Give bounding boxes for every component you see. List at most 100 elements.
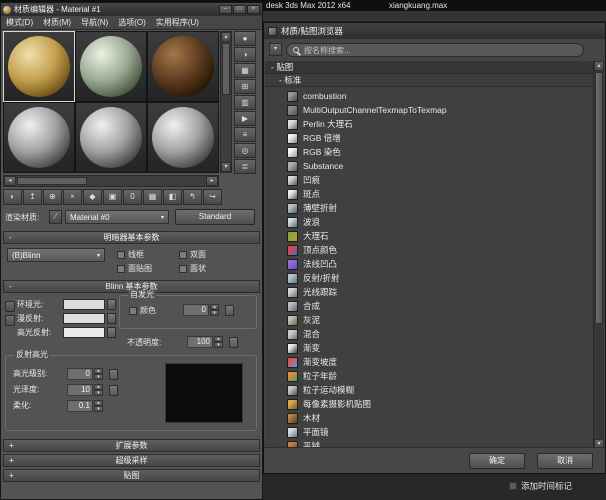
slot-horizontal-scrollbar[interactable]: ◂ ▸ [3, 175, 219, 187]
browser-scrollbar[interactable]: ▴ ▾ [593, 61, 604, 449]
group-maps[interactable]: - 贴图 [265, 61, 595, 74]
rollout-supersampling[interactable]: + 超级采样 [3, 454, 260, 467]
spinner-value[interactable]: 0 [183, 304, 209, 316]
map-item-thin-wall-refraction[interactable]: 薄壁折射 [265, 201, 595, 215]
map-item-composite[interactable]: 合成 [265, 299, 595, 313]
rollout-maps[interactable]: + 贴图 [3, 469, 260, 482]
material-editor-titlebar[interactable]: 材质编辑器 - Material #1 –□× [1, 3, 262, 16]
pick-material-eyedropper-icon[interactable]: ∕ [49, 210, 62, 224]
spinner-down-icon[interactable]: ▾ [94, 406, 103, 412]
specular-level-map-button[interactable] [109, 369, 118, 380]
scroll-down-icon[interactable]: ▾ [221, 162, 231, 172]
diffuse-map-button[interactable] [107, 313, 116, 324]
map-item-substance[interactable]: Substance [265, 159, 595, 173]
lock-ambient-diffuse-icon[interactable] [5, 301, 15, 312]
map-item-mix[interactable]: 混合 [265, 327, 595, 341]
go-to-parent-icon[interactable]: ↰ [183, 189, 202, 205]
two-sided-checkbox[interactable]: 双面 [179, 249, 241, 260]
opacity-spinner[interactable]: 100 ▴▾ [187, 336, 223, 348]
spinner-value[interactable]: 10 [67, 384, 93, 396]
sample-uv-tiling-icon[interactable]: ⊞ [234, 79, 256, 94]
map-item-marble[interactable]: 大理石 [265, 229, 595, 243]
map-item-waves[interactable]: 波浪 [265, 215, 595, 229]
map-item-gradient[interactable]: 渐变 [265, 341, 595, 355]
checkbox[interactable] [117, 265, 125, 273]
spinner-value[interactable]: 0.1 [67, 400, 93, 412]
spinner-down-icon[interactable]: ▾ [210, 310, 219, 316]
map-item-vertex-color[interactable]: 顶点颜色 [265, 243, 595, 257]
rollout-extended-parameters[interactable]: + 扩展参数 [3, 439, 260, 452]
show-end-result-icon[interactable]: ◧ [163, 189, 182, 205]
sample-slot-5[interactable] [75, 102, 147, 173]
checkbox[interactable] [129, 307, 137, 315]
scroll-thumb[interactable] [595, 72, 603, 324]
sample-slot-6[interactable] [147, 102, 219, 173]
spinner-value[interactable]: 100 [187, 336, 213, 348]
scroll-thumb[interactable] [222, 43, 230, 95]
ambient-color-swatch[interactable] [63, 299, 105, 310]
shader-type-dropdown[interactable]: (B)Blinn ▾ [7, 248, 105, 262]
scroll-up-icon[interactable]: ▴ [221, 32, 231, 42]
soften-spinner[interactable]: 0.1 ▴▾ [67, 400, 103, 412]
self-illum-color-toggle[interactable]: 颜色 [129, 305, 156, 316]
scroll-right-icon[interactable]: ▸ [206, 176, 218, 186]
menu-navigation[interactable]: 导航(N) [76, 17, 113, 28]
slot-vertical-scrollbar[interactable]: ▴ ▾ [220, 31, 232, 173]
specular-level-spinner[interactable]: 0 ▴▾ [67, 368, 103, 380]
menu-options[interactable]: 选项(O) [113, 17, 151, 28]
sample-type-icon[interactable]: ● [234, 31, 256, 46]
scroll-left-icon[interactable]: ◂ [4, 176, 16, 186]
spinner-down-icon[interactable]: ▾ [94, 390, 103, 396]
map-item-particle-mblur[interactable]: 粒子运动模糊 [265, 383, 595, 397]
group-standard[interactable]: - 标准 [265, 74, 595, 87]
diffuse-color-swatch[interactable] [63, 313, 105, 324]
go-forward-sibling-icon[interactable]: ↪ [203, 189, 222, 205]
specular-map-button[interactable] [107, 327, 116, 338]
map-item-combustion[interactable]: combustion [265, 89, 595, 103]
checkbox[interactable] [179, 251, 187, 259]
checkbox[interactable] [117, 251, 125, 259]
ambient-map-button[interactable] [107, 299, 116, 310]
menu-utilities[interactable]: 实用程序(U) [151, 17, 204, 28]
show-map-in-viewport-icon[interactable]: ▦ [143, 189, 162, 205]
map-item-normal-bump[interactable]: 法线凹凸 [265, 257, 595, 271]
map-item-perlin-marble[interactable]: Perlin 大理石 [265, 117, 595, 131]
faceted-checkbox[interactable]: 面状 [179, 263, 241, 274]
map-item-gradient-ramp[interactable]: 渐变坡度 [265, 355, 595, 369]
glossiness-map-button[interactable] [109, 385, 118, 396]
dialog-titlebar[interactable]: 材质/贴图浏览器 [264, 23, 605, 39]
self-illum-spinner[interactable]: 0 ▴▾ [183, 304, 219, 316]
checkbox[interactable] [179, 265, 187, 273]
map-item-wood[interactable]: 木材 [265, 411, 595, 425]
material-type-button[interactable]: Standard [175, 209, 255, 225]
material-map-navigator-icon[interactable]: ≣ [234, 159, 256, 174]
face-map-checkbox[interactable]: 面贴图 [117, 263, 179, 274]
cancel-button[interactable]: 取消 [537, 453, 593, 469]
map-item-reflect-refract[interactable]: 反射/折射 [265, 271, 595, 285]
map-item-rgb-tint[interactable]: RGB 染色 [265, 145, 595, 159]
shader-rollout-header[interactable]: - 明暗器基本参数 [3, 231, 260, 244]
map-item-camera-map-per-pixel[interactable]: 每像素摄影机贴图 [265, 397, 595, 411]
map-item-raytrace[interactable]: 光线跟踪 [265, 285, 595, 299]
maximize-button[interactable]: □ [233, 5, 246, 14]
lock-diffuse-specular-icon[interactable] [5, 315, 15, 326]
sample-slot-4[interactable] [3, 102, 75, 173]
make-preview-icon[interactable]: ▶ [234, 111, 256, 126]
map-item-dent[interactable]: 凹痕 [265, 173, 595, 187]
assign-to-selection-icon[interactable]: ⊕ [43, 189, 62, 205]
glossiness-spinner[interactable]: 10 ▴▾ [67, 384, 103, 396]
wireframe-checkbox[interactable]: 线框 [117, 249, 179, 260]
search-input[interactable]: 按名称搜索... [286, 43, 584, 57]
close-button[interactable]: × [247, 5, 260, 14]
material-name-dropdown[interactable]: Material #0 ▾ [65, 210, 169, 224]
opacity-map-button[interactable] [229, 337, 238, 348]
map-item-flat-mirror[interactable]: 平面镜 [265, 425, 595, 439]
scroll-up-icon[interactable]: ▴ [594, 61, 604, 71]
minimize-button[interactable]: – [219, 5, 232, 14]
map-item-particle-age[interactable]: 粒子年龄 [265, 369, 595, 383]
select-by-material-icon[interactable]: ◎ [234, 143, 256, 158]
make-unique-icon[interactable]: ◆ [83, 189, 102, 205]
map-item-speckle[interactable]: 斑点 [265, 187, 595, 201]
ok-button[interactable]: 确定 [469, 453, 525, 469]
put-to-library-icon[interactable]: ▣ [103, 189, 122, 205]
